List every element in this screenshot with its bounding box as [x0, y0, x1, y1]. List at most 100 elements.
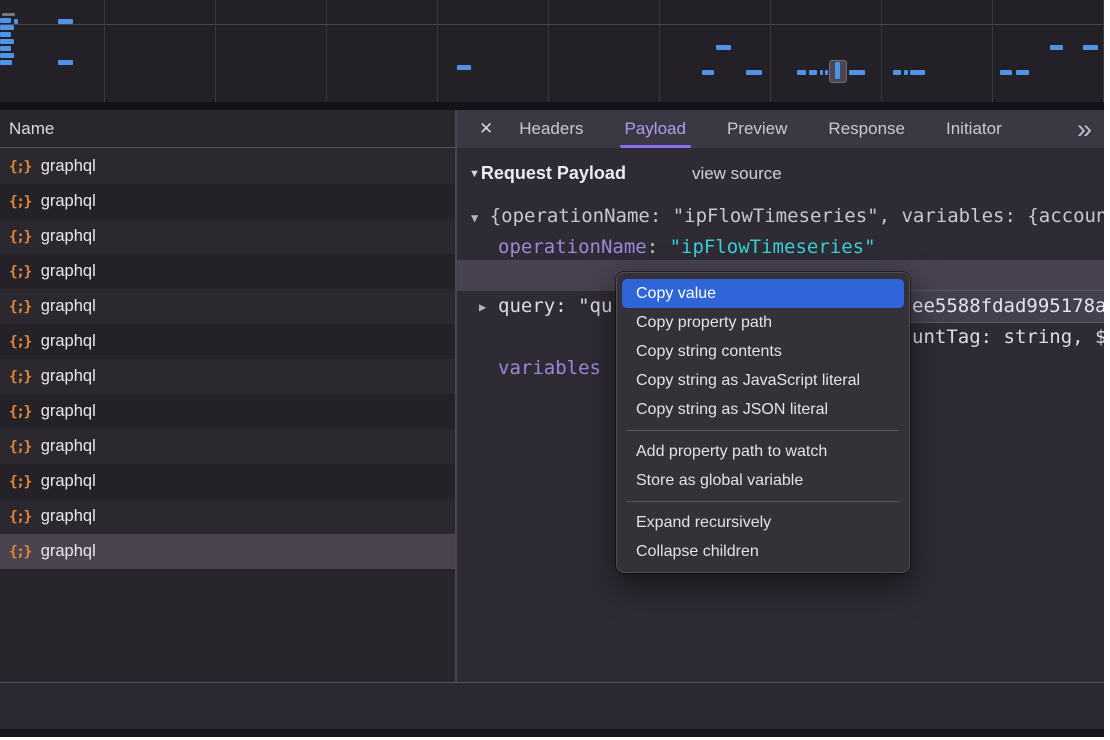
menu-item-expand-recursively[interactable]: Expand recursively — [622, 508, 904, 537]
timeline-request-bar[interactable] — [58, 19, 73, 24]
timeline-request-bar[interactable] — [1016, 70, 1029, 75]
request-name: graphql — [41, 507, 96, 526]
query-row-right-fragment: untTag: string, $f — [912, 322, 1104, 353]
timeline-gridline — [992, 0, 993, 102]
request-name: graphql — [41, 192, 96, 211]
variables-value-fragment: ee5588fdad995178a0 — [907, 290, 1104, 323]
menu-item-copy-value[interactable]: Copy value — [622, 279, 904, 308]
timeline-gridline — [548, 0, 549, 102]
timeline-request-bar[interactable] — [910, 70, 925, 75]
payload-root-row[interactable]: ▼ {operationName: "ipFlowTimeseries", va… — [471, 205, 1104, 227]
timeline-request-bar[interactable] — [809, 70, 817, 75]
menu-item-copy-property-path[interactable]: Copy property path — [622, 308, 904, 337]
menu-divider — [627, 501, 899, 502]
timeline-gridline — [437, 0, 438, 102]
request-name: graphql — [41, 472, 96, 491]
request-row[interactable]: {;} graphql — [0, 254, 455, 289]
tab-initiator[interactable]: Initiator — [946, 110, 1002, 148]
request-name: graphql — [41, 157, 96, 176]
tab-payload[interactable]: Payload — [625, 110, 686, 148]
timeline-request-bar[interactable] — [0, 18, 11, 23]
close-icon[interactable]: ✕ — [479, 119, 493, 139]
request-name: graphql — [41, 332, 96, 351]
request-name: graphql — [41, 542, 96, 561]
timeline-request-bar[interactable] — [14, 19, 18, 24]
request-name: graphql — [41, 262, 96, 281]
request-row[interactable]: {;} graphql — [0, 149, 455, 184]
timeline-gridline — [104, 0, 105, 102]
timeline-gridline — [770, 0, 771, 102]
tab-headers[interactable]: Headers — [519, 110, 583, 148]
request-row[interactable]: {;} graphql — [0, 184, 455, 219]
timeline-gridline — [659, 0, 660, 102]
menu-item-copy-string-contents[interactable]: Copy string contents — [622, 337, 904, 366]
timeline-request-bar[interactable] — [2, 13, 15, 16]
menu-item-store-as-global-variable[interactable]: Store as global variable — [622, 466, 904, 495]
timeline-request-bar[interactable] — [893, 70, 901, 75]
timeline-request-bar[interactable] — [797, 70, 806, 75]
timeline-request-bar[interactable] — [0, 39, 14, 44]
devtools-network-panel: Name {;}graphql{;}graphql{;}graphql{;}gr… — [0, 0, 1104, 737]
request-payload-section[interactable]: ▼ Request Payload view source — [469, 163, 782, 184]
menu-item-copy-string-as-json-literal[interactable]: Copy string as JSON literal — [622, 395, 904, 424]
timeline-request-bar[interactable] — [702, 70, 714, 75]
request-row[interactable]: {;} graphql — [0, 499, 455, 534]
timeline-overview[interactable] — [0, 0, 1104, 102]
timeline-request-bar[interactable] — [746, 70, 762, 75]
menu-item-add-property-path-to-watch[interactable]: Add property path to watch — [622, 437, 904, 466]
json-braces-icon: {;} — [9, 264, 31, 280]
panel-splitter[interactable] — [455, 110, 457, 737]
timeline-bottom-strip — [0, 102, 1104, 110]
json-braces-icon: {;} — [9, 439, 31, 455]
row-collapsed-icon[interactable]: ▶ — [479, 292, 486, 323]
timeline-request-bar[interactable] — [457, 65, 471, 70]
timeline-request-bar[interactable] — [1050, 45, 1063, 50]
request-row[interactable]: {;}graphql — [0, 219, 455, 254]
timeline-request-bar[interactable] — [849, 70, 865, 75]
request-row[interactable]: {;} graphql — [0, 534, 455, 569]
json-braces-icon: {;} — [9, 509, 31, 525]
timeline-request-bar[interactable] — [716, 45, 731, 50]
timeline-request-bar[interactable] — [0, 25, 14, 30]
view-source-link[interactable]: view source — [692, 164, 782, 184]
request-row[interactable]: {;}graphql — [0, 359, 455, 394]
timeline-hovered-request-bar — [835, 62, 840, 79]
summary-bar — [0, 683, 1104, 729]
json-braces-icon: {;} — [9, 194, 31, 210]
timeline-request-bar[interactable] — [1000, 70, 1012, 75]
json-braces-icon: {;} — [9, 544, 31, 560]
timeline-gridline — [1103, 0, 1104, 102]
request-row[interactable]: {;}graphql — [0, 324, 455, 359]
menu-divider — [627, 430, 899, 431]
timeline-request-bar[interactable] — [0, 32, 11, 37]
request-row[interactable]: {;}graphql — [0, 429, 455, 464]
menu-item-copy-string-as-javascript-literal[interactable]: Copy string as JavaScript literal — [622, 366, 904, 395]
request-row[interactable]: {;}graphql — [0, 289, 455, 324]
menu-item-collapse-children[interactable]: Collapse children — [622, 537, 904, 566]
request-name: graphql — [41, 297, 96, 316]
timeline-gridline — [881, 0, 882, 102]
timeline-request-bar[interactable] — [820, 70, 823, 75]
devtools-screen: Name {;}graphql{;}graphql{;}graphql{;}gr… — [0, 0, 1110, 740]
request-row[interactable]: {;}graphql — [0, 394, 455, 429]
name-column-label: Name — [9, 119, 54, 139]
json-braces-icon: {;} — [9, 474, 31, 490]
timeline-request-bar[interactable] — [0, 53, 14, 58]
timeline-request-bar[interactable] — [904, 70, 908, 75]
row-expanded-icon[interactable]: ▼ — [471, 211, 478, 225]
payload-root-preview: {operationName: "ipFlowTimeseries", vari… — [490, 205, 1104, 227]
tab-response[interactable]: Response — [828, 110, 905, 148]
payload-operationname-row[interactable]: operationName: "ipFlowTimeseries" — [498, 236, 876, 258]
tab-preview[interactable]: Preview — [727, 110, 787, 148]
request-row[interactable]: {;} graphql — [0, 464, 455, 499]
section-expanded-icon[interactable]: ▼ — [469, 168, 480, 180]
request-list[interactable]: {;} graphql {;} graphql {;} graphql {;} graphql… — [0, 149, 455, 682]
timeline-request-bar[interactable] — [1083, 45, 1098, 50]
json-braces-icon: {;} — [9, 159, 31, 175]
timeline-request-bar[interactable] — [0, 46, 11, 51]
timeline-request-bar[interactable] — [58, 60, 73, 65]
timeline-request-bar[interactable] — [0, 60, 12, 65]
more-tabs-icon[interactable]: » — [1077, 119, 1092, 139]
timeline-request-bar[interactable] — [825, 70, 828, 75]
name-column-header[interactable]: Name — [0, 110, 455, 148]
